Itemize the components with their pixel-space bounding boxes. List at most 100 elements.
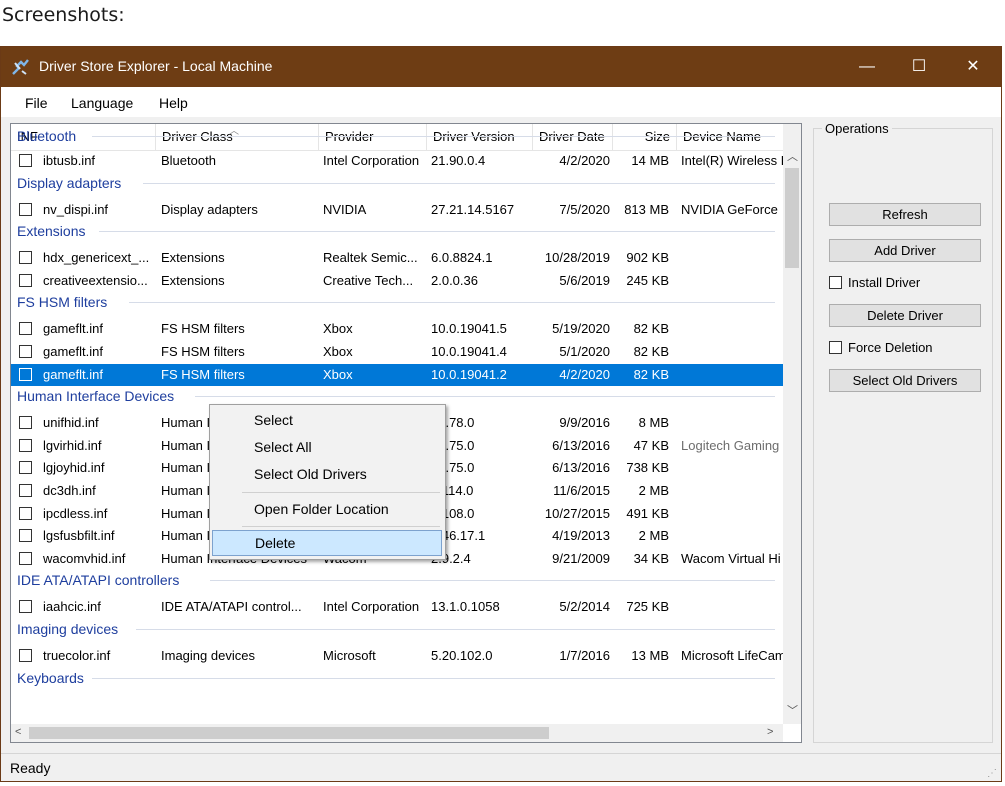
table-row[interactable]: gameflt.inf FS HSM filters Xbox 10.0.19041.… <box>11 363 783 386</box>
delete-driver-button[interactable]: Delete Driver <box>829 304 981 327</box>
scroll-right-icon[interactable]: > <box>767 726 773 738</box>
row-checkbox[interactable] <box>19 484 32 497</box>
cell-size: 13 MB <box>631 648 669 663</box>
row-checkbox[interactable] <box>19 506 32 520</box>
column-size[interactable]: Size <box>613 124 677 150</box>
group-divider <box>91 677 775 679</box>
row-checkbox[interactable] <box>19 202 32 216</box>
title-bar[interactable]: Driver Store Explorer - Local Machine — … <box>1 47 1001 87</box>
row-checkbox[interactable] <box>19 600 32 614</box>
row-checkbox[interactable] <box>19 154 32 167</box>
resize-grip-icon[interactable]: ⋰ <box>987 768 997 779</box>
horizontal-scroll-thumb[interactable] <box>29 727 549 739</box>
cell-date: 6/13/2016 <box>552 460 610 476</box>
group-header[interactable]: Bluetooth <box>17 126 76 146</box>
row-checkbox[interactable] <box>19 529 32 543</box>
group-header[interactable]: IDE ATA/ATAPI controllers <box>17 570 179 590</box>
column-provider[interactable]: Provider <box>319 124 427 150</box>
menu-bar: File Language Help <box>1 87 1001 117</box>
table-row[interactable]: iaahcic.inf IDE ATA/ATAPI control... Intel… <box>11 596 783 618</box>
cell-version: 13.1.0.1058 <box>431 599 500 615</box>
row-checkbox[interactable] <box>19 251 32 265</box>
ctx-separator <box>242 492 440 493</box>
menu-language[interactable]: Language <box>71 95 133 111</box>
cell-date: 5/1/2020 <box>559 344 610 359</box>
ctx-select-all[interactable]: Select All <box>212 434 442 460</box>
ctx-separator <box>242 526 440 527</box>
row-checkbox[interactable] <box>19 345 32 358</box>
ctx-select-old-drivers[interactable]: Select Old Drivers <box>212 461 442 487</box>
cell-size: 2 MB <box>638 483 669 498</box>
table-row[interactable]: gameflt.inf FS HSM filters Xbox 10.0.19041.… <box>11 318 783 340</box>
ctx-select[interactable]: Select <box>212 407 442 433</box>
group-header[interactable]: Extensions <box>17 221 85 241</box>
cell-cls: Imaging devices <box>161 648 255 663</box>
minimize-button[interactable]: — <box>841 47 893 87</box>
cell-date: 9/9/2016 <box>559 415 610 431</box>
cell-provider: Microsoft <box>323 648 376 663</box>
install-driver-box[interactable] <box>829 276 842 289</box>
cell-size: 47 KB <box>633 437 669 453</box>
row-checkbox[interactable] <box>19 367 32 381</box>
cell-size: 34 KB <box>633 550 669 566</box>
cell-version: 6.0.8824.1 <box>431 250 493 266</box>
app-icon <box>12 59 29 75</box>
row-checkbox[interactable] <box>19 416 32 430</box>
column-driver-version[interactable]: Driver Version <box>427 124 533 150</box>
cell-inf: lgsfusbfilt.inf <box>43 528 115 544</box>
row-checkbox[interactable] <box>19 649 32 662</box>
group-header[interactable]: Keyboards <box>17 668 84 688</box>
horizontal-scrollbar[interactable]: < > <box>11 724 783 742</box>
cell-inf: lgvirhid.inf <box>43 437 102 453</box>
vertical-scroll-thumb[interactable] <box>785 168 799 268</box>
force-deletion-checkbox[interactable]: Force Deletion <box>829 340 933 355</box>
group-header[interactable]: Imaging devices <box>17 619 118 639</box>
cell-cls: FS HSM filters <box>161 366 245 382</box>
row-checkbox[interactable] <box>19 461 32 475</box>
close-button[interactable]: ✕ <box>947 47 999 87</box>
cell-size: 902 KB <box>626 250 669 266</box>
row-checkbox[interactable] <box>19 273 32 287</box>
vertical-scrollbar[interactable]: ︿ ﹀ <box>783 124 801 724</box>
table-row[interactable]: nv_dispi.inf Display adapters NVIDIA 27.21.… <box>11 199 783 221</box>
table-row[interactable]: creativeextensio... Extensions Creative Te… <box>11 270 783 292</box>
scroll-left-icon[interactable]: < <box>15 726 21 738</box>
cell-size: 491 KB <box>626 505 669 521</box>
group-header[interactable]: FS HSM filters <box>17 292 107 312</box>
column-device-name[interactable]: Device Name <box>677 124 783 150</box>
add-driver-button[interactable]: Add Driver <box>829 239 981 262</box>
force-deletion-box[interactable] <box>829 341 842 354</box>
cell-date: 4/2/2020 <box>559 366 610 382</box>
group-header[interactable]: Display adapters <box>17 173 121 193</box>
table-row[interactable]: ibtusb.inf Bluetooth Intel Corporation 21.9… <box>11 150 783 172</box>
scroll-down-icon[interactable]: ﹀ <box>787 702 798 718</box>
row-checkbox[interactable] <box>19 551 32 565</box>
select-old-drivers-button[interactable]: Select Old Drivers <box>829 369 981 392</box>
screenshots-heading: Screenshots: <box>2 4 125 26</box>
cell-cls: Extensions <box>161 272 225 288</box>
table-row[interactable]: hdx_genericext_... Extensions Realtek Semi… <box>11 247 783 269</box>
menu-file[interactable]: File <box>25 95 48 111</box>
refresh-button[interactable]: Refresh <box>829 203 981 226</box>
cell-version: 5.20.102.0 <box>431 648 493 663</box>
row-checkbox[interactable] <box>19 438 32 452</box>
cell-date: 10/27/2015 <box>544 505 610 521</box>
cell-inf: gameflt.inf <box>43 344 103 359</box>
row-checkbox[interactable] <box>19 322 32 336</box>
cell-inf: truecolor.inf <box>43 648 111 663</box>
menu-help[interactable]: Help <box>159 95 188 111</box>
column-driver-date[interactable]: Driver Date <box>533 124 613 150</box>
app-window: Driver Store Explorer - Local Machine — … <box>0 46 1002 782</box>
cell-version: 35.75.0 <box>431 437 475 453</box>
cell-version: 10.0.19041.2 <box>431 366 507 382</box>
install-driver-checkbox[interactable]: Install Driver <box>829 275 920 290</box>
ctx-open-folder-location[interactable]: Open Folder Location <box>212 496 442 522</box>
table-row[interactable]: truecolor.inf Imaging devices Microsoft 5.2… <box>11 645 783 667</box>
cell-size: 14 MB <box>631 153 669 168</box>
maximize-button[interactable]: ☐ <box>893 47 945 87</box>
group-header[interactable]: Human Interface Devices <box>17 386 174 406</box>
scroll-up-icon[interactable]: ︿ <box>787 148 798 164</box>
table-row[interactable]: gameflt.inf FS HSM filters Xbox 10.0.19041.… <box>11 341 783 363</box>
ctx-delete[interactable]: Delete <box>212 530 442 556</box>
cell-cls: FS HSM filters <box>161 344 245 359</box>
